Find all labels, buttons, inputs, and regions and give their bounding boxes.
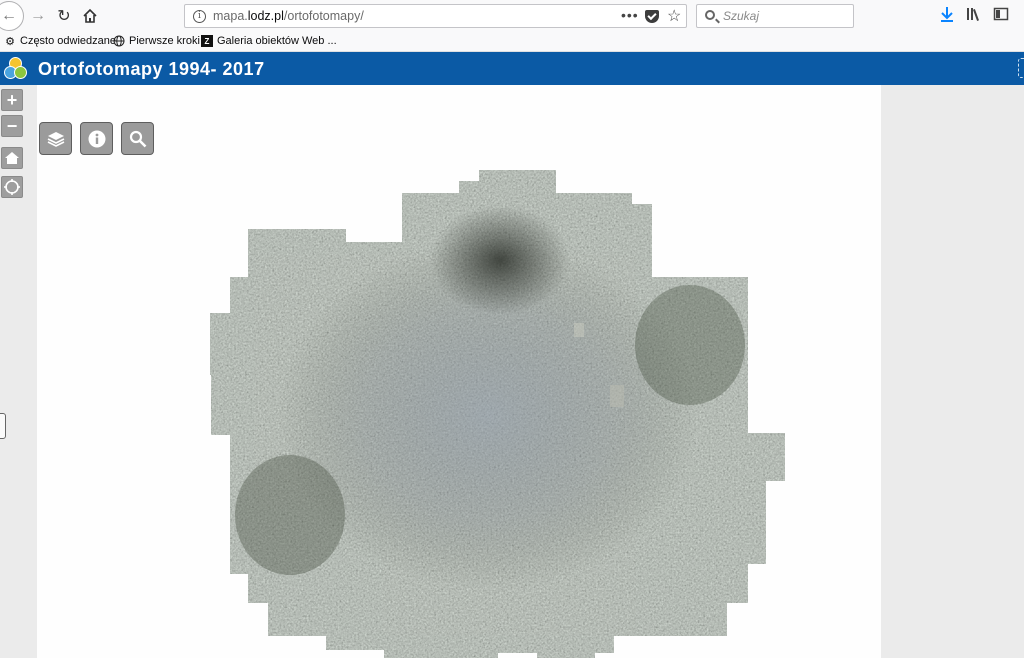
search-button[interactable] [121, 122, 154, 155]
layers-icon [47, 131, 64, 147]
layers-button[interactable] [39, 122, 72, 155]
search-icon [129, 130, 146, 147]
download-icon[interactable] [940, 6, 954, 26]
browser-toolbar: ← → ↻ i mapa.lodz.pl/ortofotomapy/ ••• ☆… [0, 0, 1024, 32]
reload-icon[interactable]: ↻ [52, 4, 76, 28]
search-bar[interactable]: Szukaj [696, 4, 854, 28]
zoom-out-button[interactable]: − [1, 115, 23, 137]
home-icon [5, 152, 19, 164]
globe-icon [113, 35, 125, 47]
bookmark-label: Pierwsze kroki [129, 35, 200, 47]
info-button[interactable] [80, 122, 113, 155]
info-icon [88, 130, 105, 147]
page-actions-icon[interactable]: ••• [621, 7, 639, 23]
url-text[interactable]: mapa.lodz.pl/ortofotomapy/ [213, 9, 364, 23]
bookmarks-bar: ⚙ Często odwiedzane Pierwsze kroki Z Gal… [0, 32, 1024, 52]
app-header: Ortofotomapy 1994- 2017 [0, 52, 1024, 85]
bookmark-pierwsze-kroki[interactable]: Pierwsze kroki [113, 35, 200, 47]
side-panel [881, 85, 1024, 658]
map-left-strip [0, 85, 37, 658]
bookmark-galeria[interactable]: Z Galeria obiektów Web ... [201, 35, 337, 47]
bookmark-label: Często odwiedzane [20, 35, 117, 47]
pocket-icon[interactable] [645, 10, 659, 23]
home-extent-button[interactable] [1, 147, 23, 169]
zoom-in-button[interactable]: + [1, 89, 23, 111]
bookmark-czesto-odwiedzane[interactable]: ⚙ Często odwiedzane [4, 35, 117, 48]
panel-expand-tab[interactable] [0, 413, 6, 439]
home-icon[interactable] [78, 4, 102, 28]
bookmark-label: Galeria obiektów Web ... [217, 35, 337, 47]
bookmark-star-icon[interactable]: ☆ [667, 6, 681, 26]
header-panel-toggle[interactable] [1018, 58, 1024, 78]
sidebar-toggle-icon[interactable] [993, 6, 1009, 26]
map-view[interactable]: + − [0, 85, 1024, 658]
web-gallery-icon: Z [201, 35, 213, 47]
library-icon[interactable] [966, 6, 982, 26]
locate-icon [4, 179, 20, 195]
url-bar[interactable]: i mapa.lodz.pl/ortofotomapy/ ••• ☆ [184, 4, 687, 28]
search-placeholder: Szukaj [723, 9, 760, 23]
app-logo-icon [4, 57, 28, 81]
forward-arrow-icon[interactable]: → [26, 4, 50, 28]
back-arrow-icon[interactable]: ← [0, 4, 21, 28]
orthophoto-mosaic[interactable] [0, 85, 1024, 658]
locate-button[interactable] [1, 176, 23, 198]
search-icon [705, 10, 715, 20]
gear-icon: ⚙ [5, 35, 15, 48]
site-info-icon[interactable]: i [193, 10, 206, 23]
app-title: Ortofotomapy 1994- 2017 [38, 59, 265, 79]
